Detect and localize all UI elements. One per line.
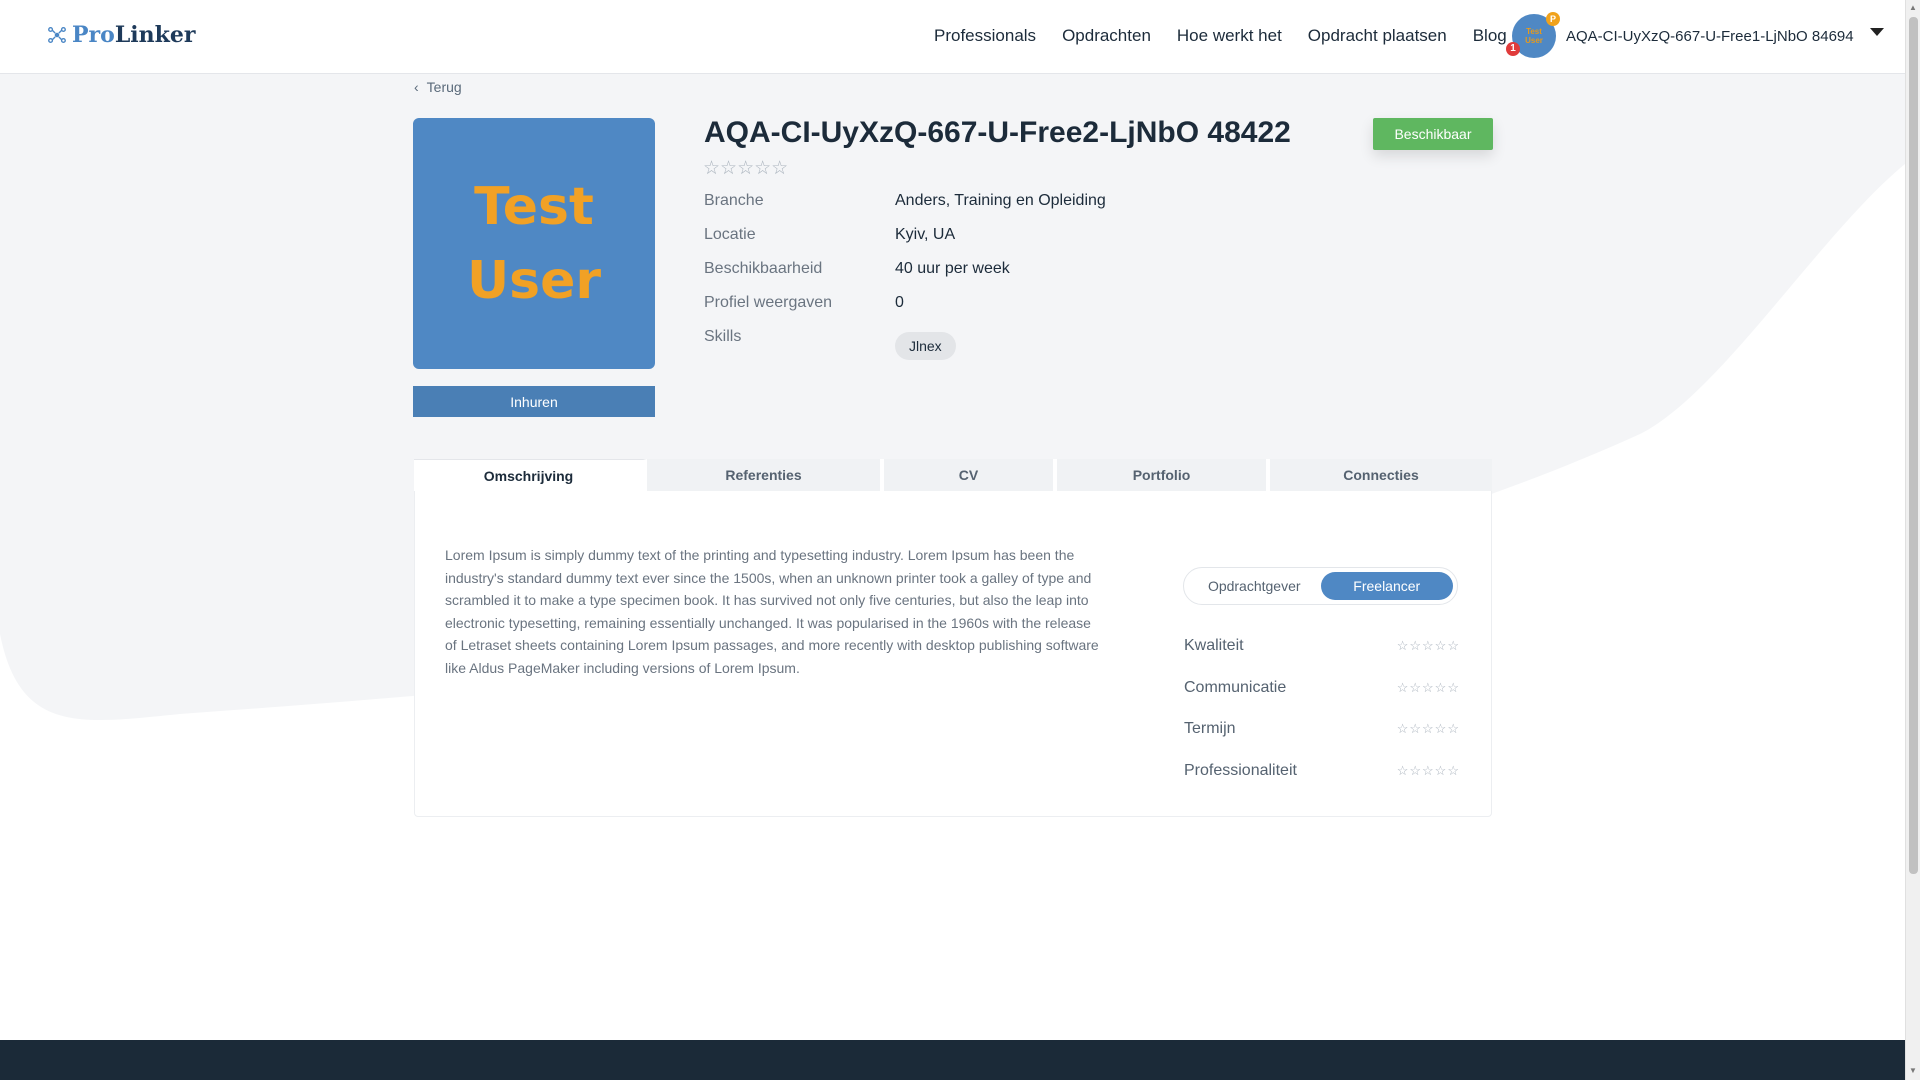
info-row-skills: Skills Jlnex	[704, 328, 956, 360]
info-value: 0	[895, 294, 904, 311]
profile-description: Lorem Ipsum is simply dummy text of the …	[445, 547, 1099, 676]
rating-stars: ☆☆☆☆☆	[1396, 721, 1460, 736]
chevron-down-icon[interactable]	[1869, 28, 1884, 36]
nav-hoe-werkt-het[interactable]: Hoe werkt het	[1177, 26, 1282, 46]
tab-omschrijving[interactable]: Omschrijving	[414, 459, 647, 491]
skill-tag: Jlnex	[895, 332, 956, 360]
info-label: Beschikbaarheid	[704, 260, 823, 277]
main-nav: Professionals Opdrachten Hoe werkt het O…	[934, 26, 1507, 46]
hire-button[interactable]: Inhuren	[413, 386, 655, 417]
scroll-down-icon[interactable]: ▼	[1909, 1066, 1917, 1075]
rating-row-professionaliteit: Professionaliteit ☆☆☆☆☆	[1184, 762, 1460, 780]
info-row-locatie: Locatie Kyiv, UA	[704, 226, 955, 244]
info-value: Kyiv, UA	[895, 226, 956, 243]
avatar[interactable]: Test User 1 P	[1506, 12, 1560, 58]
info-label: Skills	[704, 328, 742, 345]
profile-tabs: Omschrijving Referenties CV Portfolio Co…	[414, 459, 1492, 491]
toggle-freelancer[interactable]: Freelancer	[1320, 572, 1453, 600]
rating-stars: ☆☆☆☆☆	[1396, 638, 1460, 653]
tab-cv[interactable]: CV	[884, 459, 1057, 491]
rating-label: Kwaliteit	[1184, 637, 1244, 654]
nav-opdrachten[interactable]: Opdrachten	[1062, 26, 1151, 46]
tab-connecties[interactable]: Connecties	[1270, 459, 1492, 491]
info-row-branche: Branche Anders, Training en Opleiding	[704, 192, 1106, 210]
status-badge: Beschikbaar	[1373, 118, 1493, 150]
profile-photo: Test User	[413, 118, 655, 369]
rating-stars: ☆☆☆☆☆	[1396, 763, 1460, 778]
footer	[0, 1040, 1905, 1080]
toggle-opdrachtgever[interactable]: Opdrachtgever	[1188, 572, 1321, 600]
back-label: Terug	[426, 79, 462, 95]
info-label: Profiel weergaven	[704, 294, 833, 311]
rating-row-termijn: Termijn ☆☆☆☆☆	[1184, 720, 1460, 738]
photo-line1: Test	[474, 176, 594, 237]
info-value: Anders, Training en Opleiding	[895, 192, 1106, 209]
info-value: 40 uur per week	[895, 260, 1010, 277]
tab-referenties[interactable]: Referenties	[647, 459, 884, 491]
nav-opdracht-plaatsen[interactable]: Opdracht plaatsen	[1308, 26, 1447, 46]
info-row-beschikbaarheid: Beschikbaarheid 40 uur per week	[704, 260, 1010, 278]
rating-label: Communicatie	[1184, 679, 1287, 696]
top-header: ProLinker Professionals Opdrachten Hoe w…	[0, 0, 1905, 74]
logo-linker: Linker	[114, 22, 196, 48]
rating-stars: ☆☆☆☆☆	[703, 158, 789, 179]
avatar-initials: Test User	[1525, 27, 1543, 45]
logo[interactable]: ProLinker	[46, 22, 195, 48]
rating-row-kwaliteit: Kwaliteit ☆☆☆☆☆	[1184, 637, 1460, 655]
scroll-up-icon[interactable]: ▲	[1909, 3, 1917, 12]
info-label: Locatie	[704, 226, 756, 243]
scroll-thumb[interactable]	[1909, 17, 1918, 874]
rating-label: Termijn	[1184, 720, 1236, 737]
role-toggle: Opdrachtgever Freelancer	[1183, 567, 1458, 605]
tab-portfolio[interactable]: Portfolio	[1057, 459, 1270, 491]
scrollbar[interactable]: ▲ ▼	[1905, 0, 1920, 1080]
main-content: ‹ Terug Test User Inhuren AQA-CI-UyXzQ-6…	[0, 0, 1905, 1080]
chevron-left-icon: ‹	[414, 79, 419, 95]
notification-badge[interactable]: 1	[1506, 42, 1520, 56]
profile-name: AQA-CI-UyXzQ-667-U-Free2-LjNbO 48422	[704, 116, 1291, 149]
logo-pro: Pro	[72, 22, 115, 48]
nav-blog[interactable]: Blog	[1473, 26, 1507, 46]
rating-row-communicatie: Communicatie ☆☆☆☆☆	[1184, 679, 1460, 697]
rating-label: Professionaliteit	[1184, 762, 1297, 779]
logo-icon	[48, 26, 66, 44]
info-row-profiel-weergaven: Profiel weergaven 0	[704, 294, 904, 312]
role-badge: P	[1546, 12, 1560, 26]
user-name[interactable]: AQA-CI-UyXzQ-667-U-Free1-LjNbO 84694	[1566, 28, 1854, 45]
user-menu[interactable]: Test User 1 P AQA-CI-UyXzQ-667-U-Free1-Lj…	[1506, 12, 1884, 58]
rating-stars: ☆☆☆☆☆	[1396, 680, 1460, 695]
photo-line2: User	[466, 250, 602, 311]
nav-professionals[interactable]: Professionals	[934, 26, 1036, 46]
info-label: Branche	[704, 192, 764, 209]
back-link[interactable]: ‹ Terug	[414, 79, 462, 95]
